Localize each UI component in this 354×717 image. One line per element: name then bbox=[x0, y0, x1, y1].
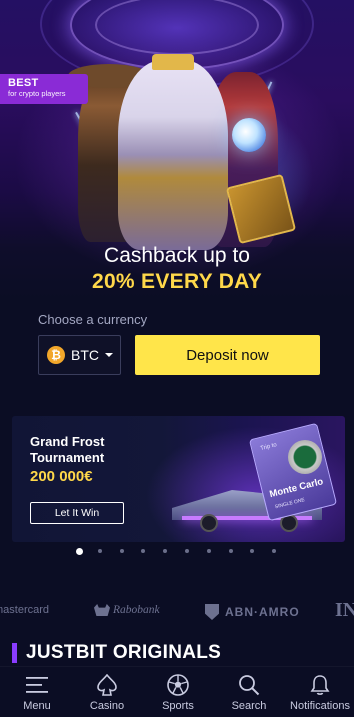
mastercard-logo: mastercard bbox=[0, 604, 50, 616]
abnamro-logo-text: ABN·AMRO bbox=[225, 605, 300, 619]
carousel-dot[interactable] bbox=[228, 549, 233, 553]
best-badge: BEST for crypto players bbox=[0, 74, 88, 104]
carousel-dot[interactable] bbox=[76, 548, 83, 555]
currency-select[interactable]: ₿ BTC bbox=[38, 335, 121, 375]
carousel-pagination bbox=[0, 547, 354, 557]
rabobank-logo: Rabobank bbox=[94, 604, 160, 616]
hero-banner[interactable]: BEST for crypto players Cashback up to 2… bbox=[0, 0, 354, 400]
nav-search-label: Search bbox=[231, 700, 267, 712]
bell-icon bbox=[307, 672, 333, 698]
promo-headline: Cashback up to bbox=[104, 244, 250, 267]
currency-label: Choose a currency bbox=[38, 312, 148, 327]
originals-section-heading: JUSTBIT ORIGINALS bbox=[12, 642, 221, 664]
bottom-navigation: Menu Casino Sports Search Notifications bbox=[0, 666, 354, 717]
golden-book-illustration bbox=[225, 173, 297, 245]
currency-value: BTC bbox=[71, 347, 99, 363]
carousel-dot[interactable] bbox=[250, 549, 255, 553]
rabobank-logo-text: Rabobank bbox=[113, 604, 160, 616]
carousel-dot[interactable] bbox=[185, 549, 189, 553]
promo-highlight: 20% EVERY DAY bbox=[91, 270, 263, 293]
watch-illustration bbox=[288, 440, 322, 474]
nav-casino[interactable]: Casino bbox=[84, 667, 130, 717]
bitcoin-icon: ₿ bbox=[47, 346, 65, 364]
ticket-main-text: Monte Carlo bbox=[268, 476, 325, 501]
tournament-title: Grand Frost Tournament bbox=[30, 434, 105, 465]
search-icon bbox=[236, 672, 262, 698]
tournament-card[interactable]: Grand Frost Tournament 200 000€ Let It W… bbox=[12, 416, 345, 542]
carousel-dot[interactable] bbox=[206, 549, 211, 553]
let-it-win-button[interactable]: Let It Win bbox=[30, 502, 124, 524]
nav-sports[interactable]: Sports bbox=[155, 667, 201, 717]
originals-title: JUSTBIT ORIGINALS bbox=[26, 642, 222, 663]
nav-notifications[interactable]: Notifications bbox=[286, 667, 354, 717]
nav-menu-label: Menu bbox=[23, 700, 51, 712]
nav-sports-label: Sports bbox=[162, 700, 194, 712]
ing-logo: IN bbox=[335, 599, 354, 621]
badge-subtitle: for crypto players bbox=[8, 89, 66, 98]
carousel-dot[interactable] bbox=[272, 549, 277, 553]
carousel-dot[interactable] bbox=[97, 549, 102, 553]
bull-icon bbox=[94, 604, 110, 616]
payment-logos-strip: mastercard Rabobank ABN·AMRO IN bbox=[0, 596, 354, 628]
heading-accent-bar bbox=[12, 643, 17, 663]
deposit-now-button[interactable]: Deposit now bbox=[135, 335, 320, 375]
carousel-dot[interactable] bbox=[163, 549, 168, 553]
ticket-top-text: Trip to bbox=[259, 442, 278, 453]
soccer-ball-icon bbox=[165, 672, 191, 698]
caret-down-icon bbox=[105, 353, 113, 357]
abnamro-logo: ABN·AMRO bbox=[205, 604, 300, 620]
badge-title: BEST bbox=[8, 77, 39, 89]
shield-icon bbox=[205, 604, 219, 620]
zeus-character-illustration bbox=[118, 54, 228, 250]
nav-casino-label: Casino bbox=[89, 700, 125, 712]
nav-search[interactable]: Search bbox=[226, 667, 272, 717]
tournament-prize: 200 000€ bbox=[30, 468, 93, 485]
crystal-ball-illustration bbox=[232, 118, 266, 152]
nav-menu[interactable]: Menu bbox=[14, 667, 60, 717]
hamburger-menu-icon bbox=[24, 672, 50, 698]
ticket-foot-text: SINGLE ONE bbox=[274, 497, 306, 511]
spade-icon bbox=[94, 672, 120, 698]
nav-notifications-label: Notifications bbox=[290, 700, 350, 712]
carousel-dot[interactable] bbox=[141, 549, 146, 553]
carousel-dot[interactable] bbox=[119, 549, 124, 553]
